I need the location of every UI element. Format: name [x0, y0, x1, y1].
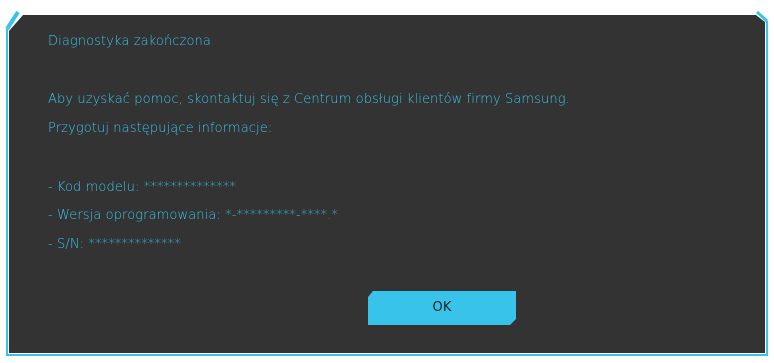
- software-version-info: - Wersja oprogramowania: *-*********-***…: [48, 208, 338, 223]
- diagnostics-dialog: Diagnostyka zakończona Aby uzyskać pomoc…: [0, 0, 774, 363]
- model-code-info: - Kod modelu: **************: [48, 180, 237, 195]
- help-message: Aby uzyskać pomoc, skontaktuj się z Cent…: [48, 92, 570, 107]
- prepare-instructions: Przygotuj następujące informacje:: [48, 121, 273, 136]
- dialog-title: Diagnostyka zakończona: [48, 34, 211, 49]
- dialog-content: Diagnostyka zakończona Aby uzyskać pomoc…: [48, 0, 748, 363]
- serial-number-info: - S/N: **************: [48, 237, 181, 252]
- ok-button-label: OK: [432, 300, 452, 315]
- ok-button[interactable]: OK: [368, 291, 516, 325]
